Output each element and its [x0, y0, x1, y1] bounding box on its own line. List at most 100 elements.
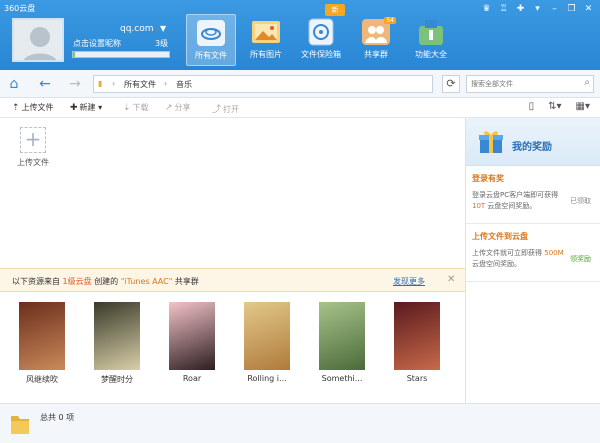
list-item[interactable]: 风继续吹 [12, 302, 72, 385]
nav-label: 共享群 [364, 50, 388, 59]
set-nickname-link[interactable]: 点击设置昵称 [73, 38, 121, 49]
list-item[interactable]: Somethi... [312, 302, 372, 383]
shared-group-name[interactable]: "iTunes AAC" [121, 277, 173, 286]
forward-arrow-icon[interactable]: → [66, 75, 84, 93]
claim-reward-link[interactable]: 领奖励 [570, 254, 591, 264]
view-controls: ▯ ⇅▾ ▦▾ [529, 101, 590, 112]
upload-tile[interactable]: + [20, 127, 46, 153]
reward-amount: 500M [544, 249, 564, 257]
account-name[interactable]: qq.com [120, 24, 154, 34]
breadcrumb-all-files[interactable]: 所有文件 [124, 79, 156, 90]
sort-icon[interactable]: ⇅▾ [548, 101, 561, 112]
list-item[interactable]: Rolling i... [237, 302, 297, 383]
rewards-header: 我的奖励 [466, 118, 600, 166]
plugin-icon[interactable]: ✚ [515, 4, 526, 14]
refresh-icon[interactable]: ⟳ [442, 75, 460, 93]
close-icon[interactable]: ✕ [583, 4, 594, 14]
gift-icon [479, 131, 503, 153]
path-field[interactable]: ▮ › 所有文件 › 音乐 [93, 75, 433, 93]
nav-label: 所有图片 [250, 50, 282, 59]
album-title: 梦醒时分 [101, 375, 133, 384]
download-button[interactable]: ⇣ 下载 [123, 102, 149, 113]
search-box: ⌕ [466, 75, 594, 93]
maximize-icon[interactable]: ❐ [566, 4, 577, 14]
nav-all-files[interactable]: 所有文件 [186, 14, 236, 66]
nav-share-group[interactable]: 54 共享群 [351, 14, 401, 66]
reward-desc-text: 上传文件就可立即获得 [472, 249, 542, 257]
chevron-right-icon: › [112, 79, 116, 88]
user-silhouette-icon [14, 20, 62, 60]
search-input[interactable] [467, 76, 577, 92]
reward-desc-text: 云盘空间奖励。 [472, 260, 521, 268]
new-button[interactable]: ✚ 新建 ▾ [70, 102, 102, 113]
toolbar: ⇡ 上传文件 ✚ 新建 ▾ ⇣ 下载 ↗ 分享 ⤴ 打开 ▯ ⇅▾ ▦▾ [0, 98, 600, 118]
folder-icon [11, 416, 29, 434]
album-cover-3 [244, 302, 290, 370]
download-label: 下载 [132, 103, 149, 112]
home-icon[interactable]: ⌂ [5, 75, 23, 93]
panel-toggle-icon[interactable]: ▯ [529, 101, 535, 112]
storage-quota-bar [72, 51, 170, 58]
avatar[interactable] [12, 18, 64, 62]
reward-heading: 登录有奖 [472, 174, 504, 183]
status-bar: 总共 0 项 [0, 403, 600, 443]
reward-desc: 登录云盘PC客户端即可获得 10T 云盘空间奖励。 [472, 190, 564, 212]
nav-all-pictures[interactable]: 所有图片 [241, 14, 291, 66]
main-nav: 所有文件 所有图片 文件保险箱 54 共享群 功能大全 [186, 14, 461, 66]
title-bar: 360云盘 ♛ ♖ ✚ ▾ – ❐ ✕ qq.com ▼ 点击设置昵称 3级 新… [0, 0, 600, 70]
list-item[interactable]: Stars [387, 302, 447, 383]
open-label: 打开 [223, 105, 240, 114]
share-count-badge: 54 [384, 17, 396, 24]
file-area: + 上传文件 [0, 118, 465, 268]
shared-prefix: 以下资源来自 [12, 277, 60, 286]
album-title: Roar [182, 374, 202, 383]
folder-icon: ▮ [98, 79, 103, 88]
open-button[interactable]: ⤴ 打开 [212, 102, 239, 115]
new-label: 新建 [79, 103, 96, 112]
breadcrumb-music[interactable]: 音乐 [176, 79, 192, 90]
chevron-down-icon[interactable]: ▼ [160, 24, 166, 33]
cloud-icon [196, 19, 226, 47]
album-cover-5 [394, 302, 440, 370]
close-icon[interactable]: ✕ [447, 274, 455, 285]
nav-file-safe[interactable]: 文件保险箱 [296, 14, 346, 66]
reward-upload: 上传文件到云盘 上传文件就可立即获得 500M 云盘空间奖励。 领奖励 [466, 224, 600, 282]
chevron-down-icon: ▾ [95, 103, 103, 112]
album-cover-1 [94, 302, 140, 370]
search-icon[interactable]: ⌕ [584, 77, 590, 88]
window-controls: ♛ ♖ ✚ ▾ – ❐ ✕ [481, 4, 594, 14]
share-label: 分享 [174, 103, 191, 112]
shared-suffix: 共享群 [174, 277, 199, 286]
toolbox-icon [416, 18, 446, 46]
nav-label: 所有文件 [195, 51, 227, 60]
menu-dropdown-icon[interactable]: ▾ [532, 4, 543, 14]
tshirt-icon[interactable]: ♖ [498, 4, 509, 14]
chevron-right-icon: › [164, 79, 168, 88]
album-cover-0 [19, 302, 65, 370]
nav-label: 功能大全 [415, 50, 447, 59]
skin-icon[interactable]: ♛ [481, 4, 492, 14]
album-cover-2 [169, 302, 215, 370]
reward-desc-text: 云盘空间奖励。 [487, 202, 537, 210]
upload-button[interactable]: ⇡ 上传文件 [12, 102, 54, 113]
minimize-icon[interactable]: – [549, 4, 560, 14]
list-item[interactable]: 梦醒时分 [87, 302, 147, 385]
nav-toolbox[interactable]: 功能大全 [406, 14, 456, 66]
open-icon: ⤴ [212, 105, 222, 115]
reward-desc: 上传文件就可立即获得 500M 云盘空间奖励。 [472, 248, 564, 270]
list-item[interactable]: Roar [162, 302, 222, 383]
plus-icon: ✚ [70, 103, 78, 113]
back-arrow-icon[interactable]: ← [36, 75, 54, 93]
discover-more-link[interactable]: 发现更多 [393, 276, 425, 287]
reward-status: 已领取 [570, 197, 591, 205]
album-title: Rolling i... [247, 374, 287, 383]
grid-view-icon[interactable]: ▦▾ [576, 101, 590, 112]
album-title: 风继续吹 [26, 375, 58, 384]
user-level: 3级 [155, 39, 169, 48]
upload-label: 上传文件 [21, 103, 54, 112]
reward-login: 登录有奖 登录云盘PC客户端即可获得 10T 云盘空间奖励。 已领取 [466, 166, 600, 224]
download-icon: ⇣ [123, 103, 131, 113]
album-list: 风继续吹 梦醒时分 Roar Rolling i... Somethi... S… [0, 292, 465, 403]
app-title: 360云盘 [4, 4, 36, 13]
share-button[interactable]: ↗ 分享 [165, 102, 191, 113]
